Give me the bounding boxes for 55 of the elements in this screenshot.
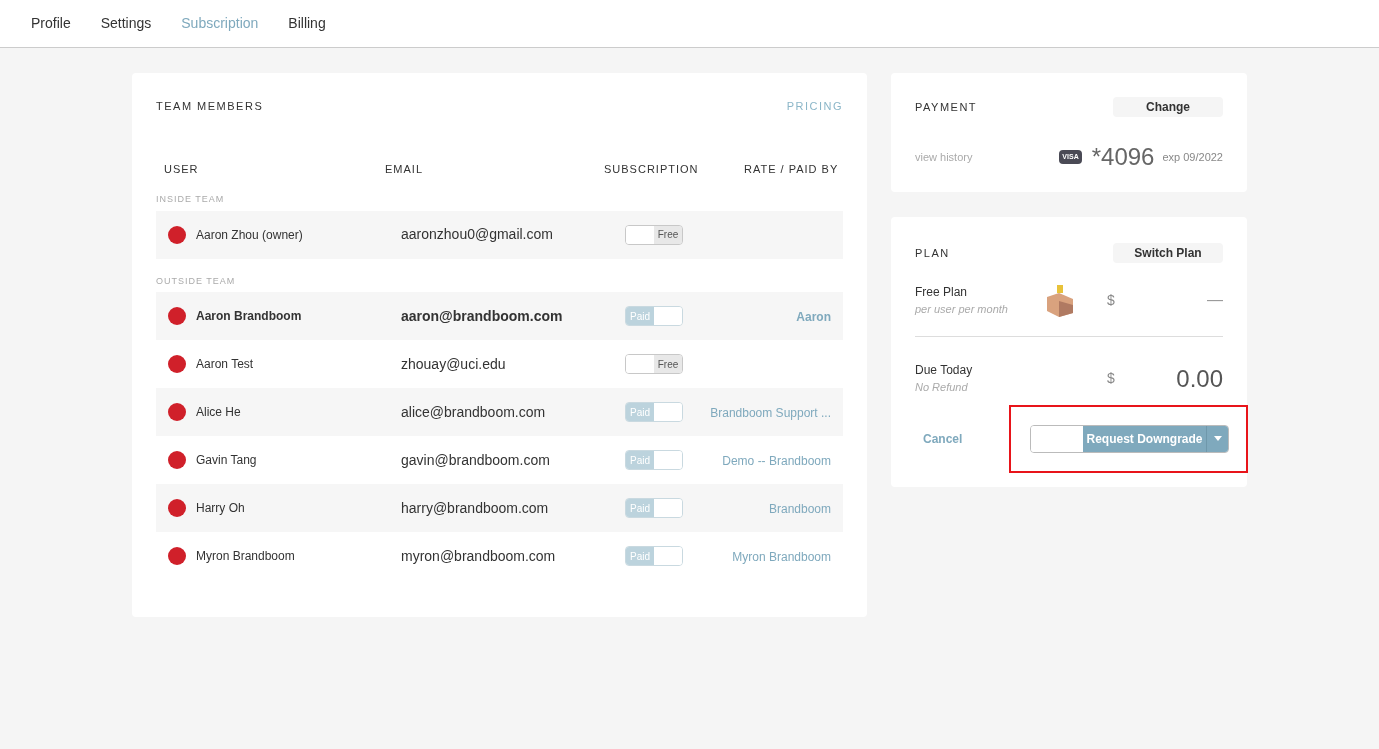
currency-symbol: $ (1107, 369, 1115, 388)
subscription-toggle[interactable]: Paid (625, 402, 683, 422)
nav-tab[interactable]: Settings (100, 13, 152, 34)
user-name: Aaron Test (196, 356, 254, 373)
due-label: Due Today (915, 362, 974, 380)
user-email: harry@brandboom.com (401, 498, 550, 518)
subscription-toggle[interactable]: Paid (625, 498, 683, 518)
section-title: TEAM MEMBERS (156, 99, 264, 114)
user-name: Aaron Brandboom (196, 308, 302, 325)
subscription-toggle[interactable]: Paid (625, 546, 683, 566)
paid-by-link[interactable]: Brandboom (768, 502, 831, 516)
user-name: Harry Oh (196, 500, 245, 517)
due-amount: 0.00 (1176, 363, 1223, 394)
group-label: OUTSIDE TEAM (156, 274, 237, 288)
request-downgrade-split-button[interactable]: Request Downgrade (1030, 424, 1229, 453)
paid-by-link[interactable]: Aaron (796, 310, 831, 324)
subscription-toggle[interactable]: Paid (625, 450, 683, 470)
column-header: SUBSCRIPTION (604, 161, 700, 177)
change-button[interactable]: Change (1113, 97, 1223, 117)
pricing-link[interactable]: PRICING (786, 98, 843, 115)
column-header: RATE / PAID BY (744, 161, 839, 177)
column-header: EMAIL (385, 161, 424, 177)
paid-by-link[interactable]: Demo -- Brandboom (722, 454, 831, 468)
user-email: gavin@brandboom.com (401, 450, 551, 470)
due-note: No Refund (915, 380, 969, 396)
user-name: Gavin Tang (196, 452, 257, 469)
nav-tab[interactable]: Profile (31, 13, 71, 34)
user-email: zhouay@uci.edu (401, 354, 507, 374)
card-expiry: exp 09/2022 (1162, 149, 1223, 165)
subscription-toggle[interactable]: Free (625, 224, 683, 245)
subscription-toggle[interactable]: Free (625, 354, 683, 374)
section-title: PAYMENT (915, 99, 978, 115)
subscription-toggle[interactable]: Paid (625, 306, 683, 326)
nav-tab[interactable]: Billing (288, 13, 326, 34)
user-email: aaron@brandboom.com (401, 306, 564, 326)
plan-price: — (1207, 290, 1223, 311)
card-number: *4096 (1091, 142, 1155, 172)
paid-by-link[interactable]: Myron Brandboom (732, 550, 831, 564)
paid-by-link[interactable]: Brandboom Support ... (710, 406, 831, 420)
section-title: PLAN (915, 245, 950, 261)
plan-name: Free Plan (915, 284, 969, 301)
user-email: aaronzhou0@gmail.com (401, 225, 554, 244)
user-email: alice@brandboom.com (401, 402, 547, 422)
user-name: Aaron Zhou (owner) (196, 226, 303, 244)
cancel-link[interactable]: Cancel (923, 429, 1003, 448)
user-email: myron@brandboom.com (401, 546, 557, 566)
plan-note: per user per month (915, 302, 1009, 317)
user-name: Myron Brandboom (196, 548, 295, 565)
column-header: USER (164, 161, 200, 177)
group-label: INSIDE TEAM (156, 193, 226, 206)
nav-tab[interactable]: Subscription (181, 13, 259, 34)
currency-symbol: $ (1107, 290, 1115, 310)
history-link[interactable]: view history (915, 148, 1060, 166)
switch-plan-button[interactable]: Switch Plan (1113, 243, 1223, 263)
user-name: Alice He (196, 404, 241, 421)
